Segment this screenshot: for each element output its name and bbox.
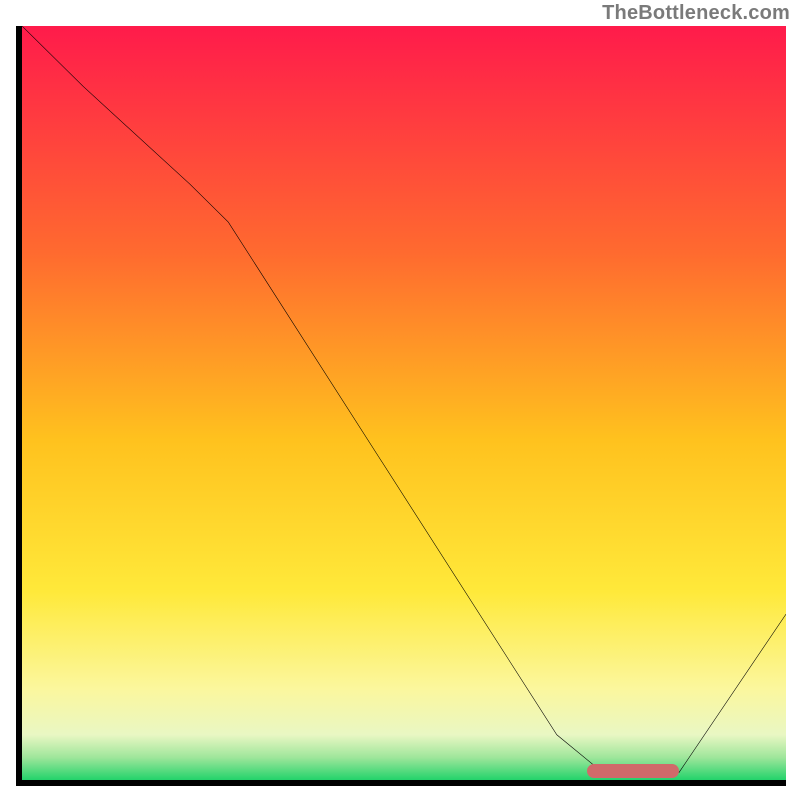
- curve-path: [22, 26, 786, 776]
- chart-container: TheBottleneck.com: [0, 0, 800, 800]
- attribution-label: TheBottleneck.com: [602, 2, 790, 25]
- optimal-range-marker: [587, 764, 679, 778]
- bottleneck-curve: [22, 26, 786, 780]
- plot-area: [16, 26, 786, 786]
